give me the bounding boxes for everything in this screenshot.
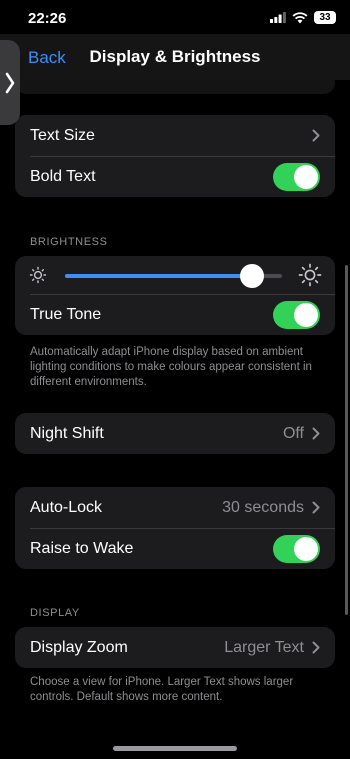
auto-lock-row[interactable]: Auto-Lock 30 seconds — [15, 487, 335, 528]
brightness-footer-text: Automatically adapt iPhone display based… — [30, 346, 312, 388]
cellular-signal-icon — [270, 12, 286, 23]
display-zoom-row[interactable]: Display Zoom Larger Text — [15, 627, 335, 668]
brightness-slider-thumb[interactable] — [239, 264, 264, 288]
status-time: 22:26 — [28, 10, 67, 27]
chevron-right-icon — [312, 129, 320, 142]
display-zoom-group: Display Zoom Larger Text — [15, 627, 335, 668]
chevron-right-icon — [5, 72, 15, 93]
raise-to-wake-label: Raise to Wake — [30, 539, 134, 557]
brightness-slider[interactable] — [65, 264, 282, 288]
chevron-right-icon — [312, 501, 320, 514]
raise-to-wake-toggle[interactable] — [273, 534, 320, 563]
night-shift-row[interactable]: Night Shift Off — [15, 413, 335, 454]
wifi-icon — [292, 11, 308, 23]
text-size-label: Text Size — [30, 126, 95, 144]
navigation-bar: Back Display & Brightness — [0, 34, 350, 80]
display-zoom-label: Display Zoom — [30, 638, 128, 656]
brightness-slider-row — [15, 256, 335, 294]
brightness-group: True Tone — [15, 256, 335, 335]
night-shift-group: Night Shift Off — [15, 413, 335, 454]
display-zoom-value: Larger Text — [224, 638, 304, 656]
toggle-knob — [294, 164, 318, 189]
auto-lock-value: 30 seconds — [222, 498, 304, 516]
scrolled-row-remnant — [15, 80, 335, 94]
toggle-knob — [294, 302, 318, 327]
true-tone-toggle[interactable] — [273, 300, 320, 329]
brightness-section-header: BRIGHTNESS — [30, 236, 108, 248]
display-zoom-footer-text: Choose a view for iPhone. Larger Text sh… — [30, 676, 294, 703]
true-tone-row: True Tone — [15, 294, 335, 335]
chevron-right-icon — [312, 427, 320, 440]
toggle-knob — [294, 536, 318, 561]
lock-settings-group: Auto-Lock 30 seconds Raise to Wake — [15, 487, 335, 569]
night-shift-value: Off — [282, 424, 304, 442]
side-panel-handle[interactable] — [0, 40, 20, 125]
raise-to-wake-row: Raise to Wake — [15, 528, 335, 569]
chevron-right-icon — [312, 641, 320, 654]
sun-small-icon — [29, 266, 47, 284]
bold-text-row: Bold Text — [15, 156, 335, 197]
auto-lock-label: Auto-Lock — [30, 498, 103, 516]
text-size-row[interactable]: Text Size — [15, 115, 335, 156]
sun-large-icon — [298, 263, 322, 287]
display-section-header: DISPLAY — [30, 607, 80, 619]
night-shift-label: Night Shift — [30, 424, 104, 442]
bold-text-label: Bold Text — [30, 167, 96, 185]
status-bar: 22:26 33 — [0, 0, 350, 36]
status-icons: 33 — [270, 11, 336, 24]
true-tone-label: True Tone — [30, 305, 102, 323]
home-indicator[interactable] — [113, 746, 237, 751]
scroll-indicator[interactable] — [345, 265, 348, 615]
page-title: Display & Brightness — [89, 47, 261, 66]
brightness-slider-fill — [65, 274, 252, 278]
text-settings-group: Text Size Bold Text — [15, 115, 335, 197]
battery-icon: 33 — [314, 11, 336, 24]
bold-text-toggle[interactable] — [273, 162, 320, 191]
